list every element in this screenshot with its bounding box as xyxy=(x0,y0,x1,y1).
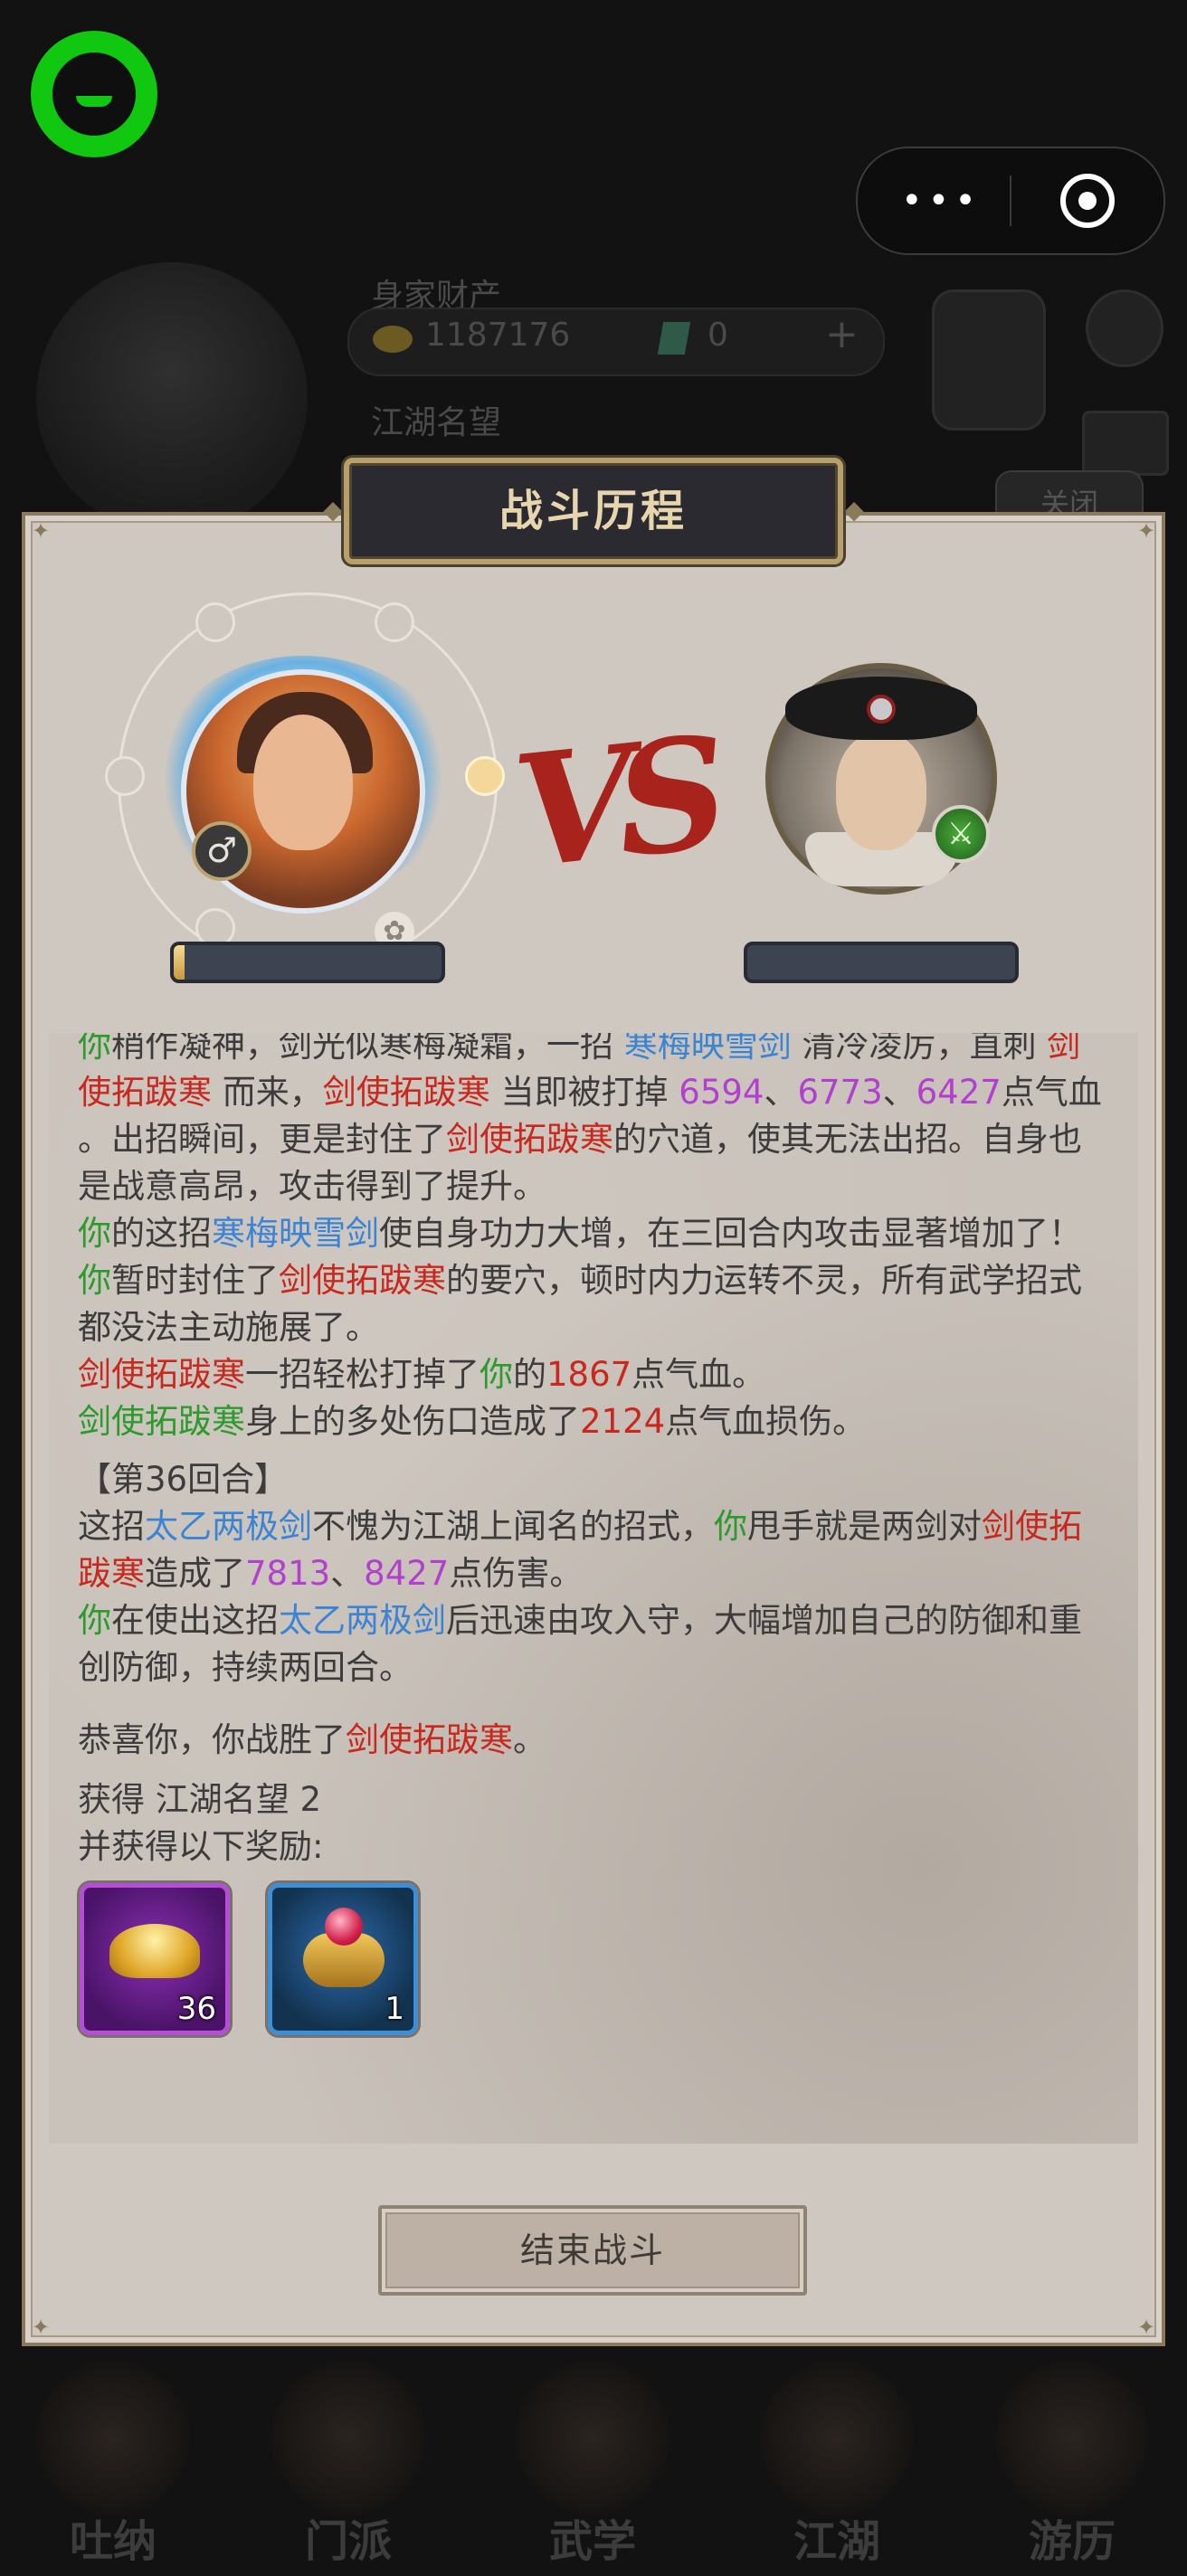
player-hp-fill xyxy=(174,945,185,980)
bottom-nav-travel-label: 游历 xyxy=(1028,2516,1116,2567)
corner-ornament-icon: ✦ xyxy=(1136,518,1156,544)
rewards-heading: 并获得以下奖励: xyxy=(78,1827,324,1866)
log-line: 使拓跋寒 而来，剑使拓跋寒 当即被打掉 6594、6773、6427点气血 xyxy=(78,1073,1102,1112)
background-reputation-label: 江湖名望 xyxy=(371,404,502,441)
sword-weapon-icon: ⚔ xyxy=(932,805,990,863)
reward-item-gold-ingot[interactable]: 36 xyxy=(80,1883,230,2035)
log-line: 跋寒造成了7813、8427点伤害。 xyxy=(78,1554,584,1593)
log-line: 你稍作凝神，剑光似寒梅凝霜，一招 寒梅映雪剑 清冷凌厉，直刺 剑 xyxy=(78,1033,1081,1065)
yin-yang-icon xyxy=(932,289,1046,431)
log-line: 你在使出这招太乙两极剑后迅速由攻入守，大幅增加自己的防御和重 xyxy=(78,1601,1082,1640)
bottom-nav-jianghu-label: 江湖 xyxy=(793,2516,880,2567)
meridian-node-active xyxy=(465,756,505,796)
reputation-gain-line: 获得 江湖名望 2 xyxy=(78,1780,322,1819)
log-line: 剑使拓跋寒身上的多处伤口造成了2124点气血损伤。 xyxy=(78,1402,867,1441)
end-battle-button[interactable]: 结束战斗 xyxy=(378,2205,807,2296)
meridian-node xyxy=(195,602,235,642)
close-mini-program-icon[interactable] xyxy=(1060,174,1115,228)
log-line: 是战意高昂，攻击得到了提升。 xyxy=(78,1167,546,1206)
log-line: 你的这招寒梅映雪剑使自身功力大增，在三回合内攻击显著增加了！ xyxy=(78,1214,1082,1253)
bottom-nav-martial-icon xyxy=(516,2361,669,2514)
background-gold-amount: 1187176 xyxy=(425,317,571,354)
corner-ornament-icon: ✦ xyxy=(1136,2315,1156,2340)
bottom-nav-jianghu-icon xyxy=(760,2361,914,2514)
round-header: 【第36回合】 xyxy=(78,1460,289,1499)
background-player-portrait xyxy=(36,262,308,534)
bottom-nav-sect-icon xyxy=(271,2361,425,2514)
victory-line: 恭喜你，你战胜了剑使拓跋寒。 xyxy=(78,1720,546,1759)
player-avatar-face xyxy=(253,715,353,850)
ruby-gem-icon xyxy=(325,1908,363,1946)
log-line: 都没法主动施展了。 xyxy=(78,1308,379,1347)
corner-ornament-icon: ✦ xyxy=(31,2315,51,2340)
meridian-node xyxy=(375,602,414,642)
gold-ingot-icon xyxy=(109,1924,200,1978)
gold-coin-icon xyxy=(373,326,413,353)
jade-icon xyxy=(657,322,691,355)
dialog-title-plate: 战斗历程 xyxy=(344,458,843,564)
log-line: 。出招瞬间，更是封住了剑使拓跋寒的穴道，使其无法出招。自身也 xyxy=(78,1120,1082,1159)
enemy-hp-bar xyxy=(744,942,1019,983)
bottom-nav-breathing-icon xyxy=(36,2361,190,2514)
settings-gear-icon xyxy=(1086,289,1163,367)
add-currency-icon: + xyxy=(825,311,859,357)
enemy-hat-emblem-icon xyxy=(867,695,896,724)
dialog-title: 战斗历程 xyxy=(499,486,688,536)
bottom-nav-travel-icon xyxy=(995,2361,1149,2514)
bottom-nav-breathing-label: 吐纳 xyxy=(69,2516,157,2567)
log-line: 这招太乙两极剑不愧为江湖上闻名的招式，你甩手就是两剑对剑使拓 xyxy=(78,1507,1082,1546)
bottom-nav-sect-label: 门派 xyxy=(304,2516,392,2567)
log-line: 你暂时封住了剑使拓跋寒的要穴，顿时内力运转不灵，所有武学招式 xyxy=(78,1261,1082,1300)
log-line: 剑使拓跋寒一招轻松打掉了你的1867点气血。 xyxy=(78,1355,766,1394)
mini-program-capsule: ••• xyxy=(856,147,1165,255)
player-hp-bar xyxy=(170,942,445,983)
corner-ornament-icon: ✦ xyxy=(31,518,51,544)
enemy-avatar-face xyxy=(836,733,926,850)
reward-count: 1 xyxy=(385,1991,404,2027)
male-gender-icon: ♂ xyxy=(192,821,252,881)
background-jade-amount: 0 xyxy=(707,317,728,354)
reward-count: 36 xyxy=(176,1991,216,2027)
more-options-icon[interactable]: ••• xyxy=(901,183,976,219)
chat-app-logo-icon[interactable] xyxy=(31,31,157,157)
mail-icon xyxy=(1082,411,1169,476)
versus-emblem: VS xyxy=(507,703,719,904)
log-line: 创防御，持续两回合。 xyxy=(78,1648,413,1687)
reward-item-ruby-ring[interactable]: 1 xyxy=(268,1883,418,2035)
meridian-node xyxy=(105,756,145,796)
bottom-nav-martial-label: 武学 xyxy=(548,2516,636,2567)
